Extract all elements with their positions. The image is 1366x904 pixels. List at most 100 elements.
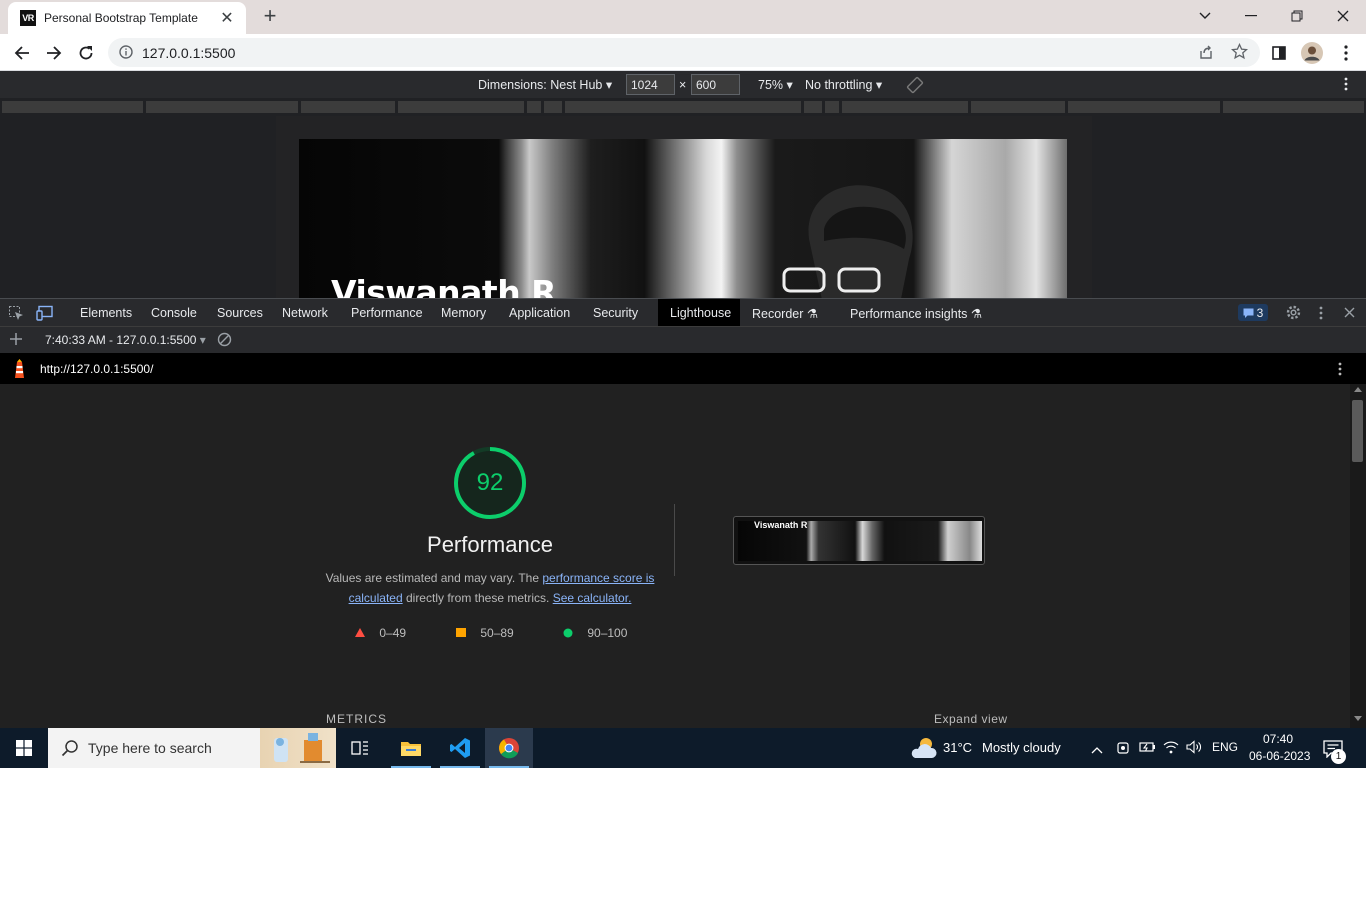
- media-query-segment[interactable]: [544, 101, 562, 113]
- issues-badge[interactable]: 3: [1238, 304, 1268, 321]
- zoom-dropdown[interactable]: 75% ▾: [758, 77, 793, 92]
- tab-security[interactable]: Security: [593, 306, 638, 320]
- report-selector[interactable]: 7:40:33 AM - 127.0.0.1:5500 ▾: [45, 333, 206, 347]
- dimensions-times-label: ×: [679, 78, 687, 92]
- clear-reports-icon[interactable]: [217, 332, 232, 350]
- weather-cloud-icon[interactable]: [910, 736, 938, 763]
- browser-tab[interactable]: VR Personal Bootstrap Template ✕: [8, 2, 246, 34]
- meet-now-icon[interactable]: [1116, 740, 1130, 759]
- reload-icon[interactable]: [72, 39, 100, 67]
- throttling-dropdown[interactable]: No throttling ▾: [805, 77, 882, 92]
- site-favicon: VR: [20, 10, 36, 26]
- bookmark-star-icon[interactable]: [1230, 42, 1249, 63]
- scroll-down-arrow-icon[interactable]: [1354, 716, 1362, 721]
- media-query-segment[interactable]: [146, 101, 298, 113]
- tab-memory[interactable]: Memory: [441, 306, 486, 320]
- address-bar[interactable]: 127.0.0.1:5500: [108, 38, 1260, 67]
- window-close-icon[interactable]: [1320, 0, 1366, 32]
- device-toolbar-toggle-icon[interactable]: [36, 305, 54, 324]
- tab-search-chevron-icon[interactable]: [1182, 0, 1228, 32]
- new-tab-plus-icon[interactable]: +: [258, 5, 282, 29]
- legend-pass: 90–100: [563, 626, 627, 640]
- legend-pass-label: 90–100: [587, 626, 628, 640]
- tab-sources[interactable]: Sources: [217, 306, 263, 320]
- zoom-label: 75%: [758, 78, 784, 92]
- restore-icon[interactable]: [1274, 0, 1320, 32]
- running-indicator: [440, 766, 480, 768]
- expand-view-toggle[interactable]: Expand view: [934, 712, 1008, 726]
- rotate-icon[interactable]: [906, 76, 924, 97]
- chrome-menu-icon[interactable]: [1332, 39, 1360, 67]
- clock-date[interactable]: 06-06-2023: [1249, 749, 1310, 763]
- tab-elements[interactable]: Elements: [80, 306, 132, 320]
- windows-start-icon[interactable]: [0, 728, 48, 768]
- lighthouse-report: 92 Performance Values are estimated and …: [0, 384, 1366, 728]
- report-scrollbar[interactable]: [1350, 384, 1366, 728]
- tab-recorder[interactable]: Recorder ⚗: [752, 306, 818, 321]
- metrics-header: METRICS: [326, 712, 387, 726]
- task-view-icon[interactable]: [336, 728, 384, 768]
- report-menu-icon[interactable]: [1338, 362, 1342, 379]
- tab-application[interactable]: Application: [509, 306, 570, 320]
- tab-console[interactable]: Console: [151, 306, 197, 320]
- media-query-segment[interactable]: [1068, 101, 1220, 113]
- scrollbar-thumb[interactable]: [1352, 400, 1363, 462]
- final-screenshot-thumbnail[interactable]: Viswanath R: [733, 516, 985, 565]
- browser-toolbar: 127.0.0.1:5500: [0, 34, 1366, 71]
- file-explorer-icon[interactable]: [387, 728, 435, 768]
- search-placeholder: Type here to search: [88, 740, 212, 756]
- tab-title: Personal Bootstrap Template: [44, 11, 198, 25]
- media-query-segment[interactable]: [1223, 101, 1364, 113]
- viewport-height-input[interactable]: [691, 74, 740, 95]
- tab-lighthouse[interactable]: Lighthouse: [670, 306, 731, 320]
- lighthouse-logo-icon: [11, 359, 28, 382]
- site-info-icon[interactable]: [119, 45, 133, 62]
- tab-performance-insights[interactable]: Performance insights ⚗: [850, 306, 982, 321]
- side-panel-icon[interactable]: [1265, 39, 1293, 67]
- media-query-segment[interactable]: [971, 101, 1065, 113]
- profile-avatar[interactable]: [1298, 39, 1326, 67]
- media-query-segment[interactable]: [527, 101, 541, 113]
- scroll-up-arrow-icon[interactable]: [1354, 387, 1362, 392]
- tab-close-icon[interactable]: ✕: [218, 9, 236, 27]
- back-arrow-icon[interactable]: [8, 39, 36, 67]
- media-query-segment[interactable]: [565, 101, 801, 113]
- chrome-taskbar-icon[interactable]: [485, 728, 533, 768]
- battery-icon[interactable]: [1139, 741, 1156, 756]
- weather-temp[interactable]: 31°C: [943, 740, 972, 755]
- taskbar-search-box[interactable]: Type here to search: [48, 728, 336, 768]
- media-query-segment[interactable]: [301, 101, 395, 113]
- wifi-icon[interactable]: [1163, 740, 1179, 757]
- report-url[interactable]: http://127.0.0.1:5500/: [40, 362, 153, 376]
- tab-network[interactable]: Network: [282, 306, 328, 320]
- tray-overflow-chevron-icon[interactable]: [1091, 742, 1103, 757]
- see-calculator-link[interactable]: See calculator.: [553, 591, 632, 605]
- device-toolbar-menu-icon[interactable]: [1344, 77, 1348, 94]
- media-query-segment[interactable]: [2, 101, 143, 113]
- forward-arrow-icon[interactable]: [40, 39, 68, 67]
- throttling-label: No throttling: [805, 78, 873, 92]
- device-dimensions-dropdown[interactable]: Dimensions: Nest Hub ▾: [478, 77, 612, 92]
- media-query-segment[interactable]: [842, 101, 968, 113]
- legend-average: 50–89: [456, 626, 514, 640]
- media-query-segment[interactable]: [825, 101, 839, 113]
- device-toolbar: Dimensions: Nest Hub ▾ × 75% ▾ No thrott…: [0, 71, 1366, 98]
- settings-gear-icon[interactable]: [1285, 304, 1302, 324]
- volume-icon[interactable]: [1186, 740, 1202, 757]
- clock-time[interactable]: 07:40: [1263, 732, 1293, 746]
- media-query-segment[interactable]: [804, 101, 822, 113]
- legend-fail-label: 0–49: [379, 626, 407, 640]
- vscode-icon[interactable]: [436, 728, 484, 768]
- devtools-close-icon[interactable]: [1344, 307, 1355, 321]
- weather-text[interactable]: Mostly cloudy: [982, 740, 1061, 755]
- media-query-bar[interactable]: [0, 98, 1366, 116]
- new-report-plus-icon[interactable]: [9, 332, 23, 349]
- input-language[interactable]: ENG: [1212, 740, 1238, 754]
- share-icon[interactable]: [1198, 44, 1214, 63]
- viewport-width-input[interactable]: [626, 74, 675, 95]
- media-query-segment[interactable]: [398, 101, 524, 113]
- inspect-element-icon[interactable]: [8, 305, 24, 324]
- tab-performance[interactable]: Performance: [351, 306, 423, 320]
- devtools-menu-icon[interactable]: [1319, 306, 1323, 323]
- minimize-icon[interactable]: [1228, 0, 1274, 32]
